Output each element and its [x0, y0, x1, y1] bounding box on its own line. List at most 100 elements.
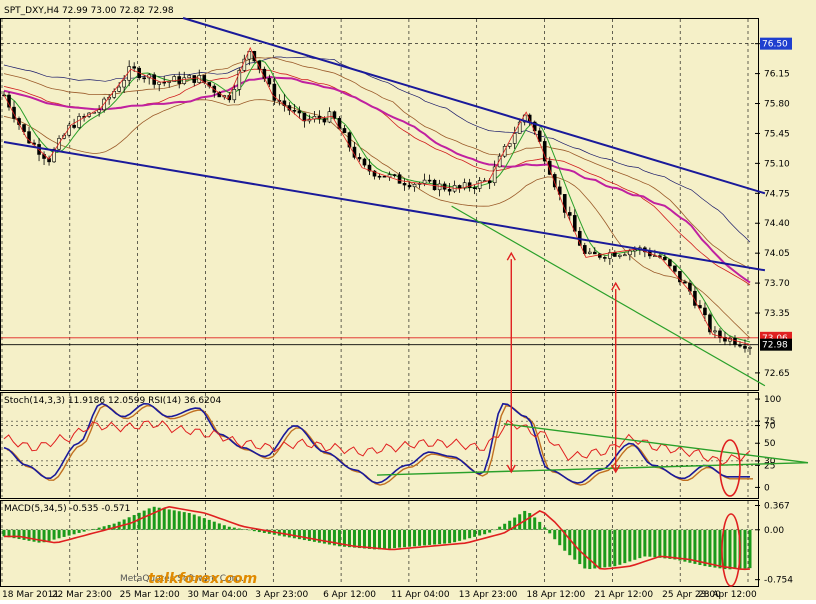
macd-bar	[137, 512, 141, 530]
macd-bar	[428, 529, 432, 545]
macd-bar	[212, 521, 216, 530]
macd-bar	[598, 529, 602, 568]
candle	[613, 252, 617, 257]
macd-bar	[252, 529, 256, 532]
candle	[587, 251, 592, 254]
macd-bar	[548, 529, 552, 534]
macd-bar	[663, 529, 667, 559]
candle	[668, 259, 672, 267]
macd-bar	[82, 529, 86, 532]
macd-bar	[703, 529, 707, 567]
macd-bar	[182, 512, 186, 530]
price-label: 72.98	[762, 341, 788, 351]
macd-bar	[152, 506, 156, 530]
macd-bar	[518, 514, 522, 530]
y-tick-label: 0.367	[764, 501, 790, 511]
y-tick-label: 76.15	[764, 70, 790, 80]
candle	[357, 157, 362, 160]
macd-bar	[723, 529, 727, 570]
macd-bar	[618, 529, 622, 565]
macd-bar	[408, 529, 412, 547]
y-tick-label: 70	[764, 422, 776, 432]
macd-bar	[167, 509, 171, 530]
macd-bar	[638, 529, 642, 559]
macd-bar	[458, 529, 462, 541]
macd-bar	[678, 529, 682, 561]
macd-bar	[197, 516, 201, 530]
candle	[592, 251, 597, 255]
candle	[272, 83, 277, 101]
x-tick-label: 22 Mar 23:00	[52, 590, 112, 600]
macd-bar	[483, 529, 487, 535]
y-tick-label: 74.40	[764, 219, 790, 229]
candle	[567, 212, 572, 216]
candle	[77, 116, 81, 128]
y-tick-label: 75.80	[764, 100, 790, 110]
candle	[673, 265, 677, 272]
x-tick-label: 6 Apr 12:00	[323, 590, 376, 600]
candle	[127, 66, 131, 81]
macd-bar	[372, 529, 376, 550]
candle	[427, 179, 432, 182]
candle	[422, 179, 427, 184]
macd-bar	[92, 528, 96, 530]
macd-bar	[177, 511, 181, 530]
macd-bar	[403, 529, 407, 548]
macd-bar	[698, 529, 702, 565]
macd-bar	[237, 528, 241, 530]
macd-bar	[247, 529, 251, 531]
macd-bar	[693, 529, 697, 564]
x-tick-label: 18 Apr 12:00	[527, 590, 586, 600]
y-tick-label: 100	[764, 395, 781, 405]
macd-bar	[227, 526, 231, 530]
main-chart-title: SPT_DXY,H4 72.99 73.00 72.82 72.98	[4, 6, 174, 16]
macd-bar	[162, 508, 166, 530]
macd-bar	[743, 529, 747, 569]
candle	[342, 128, 347, 133]
macd-bar	[478, 529, 482, 536]
macd-bar	[383, 529, 387, 549]
macd-bar	[2, 529, 6, 537]
macd-bar	[242, 529, 246, 530]
macd-bar	[708, 529, 712, 567]
macd-bar	[623, 529, 627, 564]
y-tick-label: 25	[764, 461, 775, 471]
macd-bar	[367, 529, 371, 549]
candle	[292, 109, 297, 112]
candle	[397, 174, 402, 184]
macd-bar	[433, 529, 437, 545]
macd-bar	[473, 529, 477, 537]
macd-bar	[583, 529, 587, 569]
macd-bar	[448, 529, 452, 544]
macd-bar	[443, 529, 447, 544]
macd-bar	[147, 508, 151, 530]
x-tick-label: 28 Apr 12:00	[698, 590, 757, 600]
candle	[267, 78, 272, 85]
macd-bar	[658, 529, 662, 558]
macd-bar	[648, 529, 652, 557]
macd-bar	[87, 529, 91, 531]
candle	[182, 77, 187, 84]
macd-bar	[418, 529, 422, 546]
x-tick-label: 11 Apr 04:00	[391, 590, 450, 600]
macd-bar	[488, 529, 492, 533]
macd-bar	[97, 527, 101, 530]
macd-bar	[187, 513, 191, 530]
candle	[157, 81, 162, 85]
macd-bar	[683, 529, 687, 562]
macd-bar	[633, 529, 637, 560]
candle	[467, 182, 472, 188]
candle	[142, 77, 146, 80]
macd-bar	[538, 521, 542, 530]
macd-bar	[17, 529, 21, 540]
macd-bar	[388, 529, 392, 549]
macd-bar	[292, 529, 296, 539]
macd-bar	[362, 529, 366, 549]
y-tick-label: 73.35	[764, 309, 790, 319]
candle	[432, 179, 437, 191]
candle	[713, 330, 717, 333]
candle	[72, 124, 76, 128]
candle	[122, 79, 126, 88]
x-tick-label: 30 Mar 04:00	[187, 590, 247, 600]
macd-bar	[688, 529, 692, 563]
